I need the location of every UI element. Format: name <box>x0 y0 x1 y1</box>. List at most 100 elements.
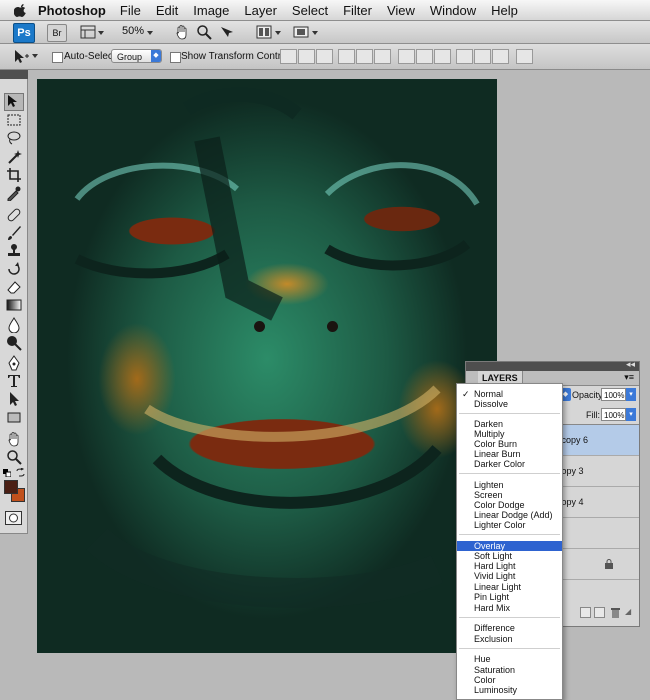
fill-field[interactable]: 100% <box>601 408 626 421</box>
align-bottom-button[interactable] <box>316 49 333 64</box>
default-colors-icon[interactable] <box>3 469 11 477</box>
distribute-vertical-center-button[interactable] <box>416 49 433 64</box>
chevron-down-icon[interactable]: ▾ <box>626 408 636 421</box>
blend-mode-item[interactable]: Exclusion <box>457 634 562 644</box>
rotate-view-icon[interactable] <box>218 24 234 40</box>
foreground-color-swatch[interactable] <box>4 480 18 494</box>
blend-mode-item[interactable]: Color Dodge <box>457 500 562 510</box>
menu-view[interactable]: View <box>387 3 415 18</box>
zoom-tool-icon[interactable] <box>6 449 22 465</box>
blend-mode-item[interactable]: Linear Dodge (Add) <box>457 510 562 520</box>
chevron-down-icon[interactable]: ▾ <box>626 388 636 401</box>
blend-mode-item[interactable]: Linear Light <box>457 582 562 592</box>
healing-brush-tool-icon[interactable] <box>6 207 22 223</box>
auto-align-layers-button[interactable] <box>516 49 533 64</box>
move-tool-icon[interactable] <box>4 93 24 111</box>
menu-file[interactable]: File <box>120 3 141 18</box>
blend-mode-item[interactable]: Linear Burn <box>457 449 562 459</box>
app-name[interactable]: Photoshop <box>38 3 106 18</box>
bridge-button[interactable]: Br <box>47 24 67 42</box>
distribute-horizontal-center-button[interactable] <box>474 49 491 64</box>
view-extras-icon[interactable] <box>80 24 96 40</box>
swap-colors-icon[interactable] <box>16 468 25 477</box>
arrange-documents-icon[interactable] <box>256 24 272 40</box>
menu-layer[interactable]: Layer <box>244 3 277 18</box>
menu-image[interactable]: Image <box>193 3 229 18</box>
opacity-field[interactable]: 100% <box>601 388 626 401</box>
chevron-down-icon[interactable] <box>311 24 319 40</box>
chevron-down-icon[interactable] <box>274 24 282 40</box>
apple-icon[interactable] <box>14 3 28 17</box>
layers-panel-grip[interactable]: ◂◂ <box>466 359 639 371</box>
blend-mode-item[interactable]: Screen <box>457 490 562 500</box>
align-vertical-center-button[interactable] <box>298 49 315 64</box>
document-canvas[interactable] <box>37 79 497 653</box>
blend-mode-item[interactable]: Color Burn <box>457 439 562 449</box>
distribute-bottom-button[interactable] <box>434 49 451 64</box>
crop-tool-icon[interactable] <box>6 167 22 183</box>
blend-mode-item[interactable]: Saturation <box>457 665 562 675</box>
distribute-right-button[interactable] <box>492 49 509 64</box>
blend-mode-item[interactable]: Difference <box>457 623 562 633</box>
blend-mode-item-highlighted[interactable]: Overlay <box>457 541 562 551</box>
quick-mask-icon[interactable] <box>5 511 22 525</box>
collapse-icon[interactable]: ◂◂ <box>626 359 635 370</box>
auto-select-dropdown[interactable]: Group ◆ <box>111 49 162 63</box>
blend-mode-item[interactable]: Vivid Light <box>457 571 562 581</box>
blend-mode-item[interactable]: Multiply <box>457 429 562 439</box>
photoshop-logo[interactable]: Ps <box>13 23 35 43</box>
blend-mode-item[interactable]: Luminosity <box>457 685 562 695</box>
pen-tool-icon[interactable] <box>6 355 22 371</box>
blend-mode-item[interactable]: Color <box>457 675 562 685</box>
menu-filter[interactable]: Filter <box>343 3 372 18</box>
new-group-button[interactable] <box>580 607 591 618</box>
history-brush-tool-icon[interactable] <box>6 261 22 277</box>
dodge-tool-icon[interactable] <box>6 335 22 351</box>
blend-mode-item[interactable]: Normal <box>457 389 562 399</box>
blend-mode-item[interactable]: Lighten <box>457 480 562 490</box>
align-left-button[interactable] <box>338 49 355 64</box>
hand-icon[interactable] <box>174 24 190 40</box>
eraser-tool-icon[interactable] <box>6 279 22 295</box>
gradient-tool-icon[interactable] <box>6 297 22 313</box>
blend-mode-item[interactable]: Darken <box>457 419 562 429</box>
resize-grip-icon[interactable]: ◢ <box>625 607 631 616</box>
lasso-tool-icon[interactable] <box>6 130 22 146</box>
eyedropper-tool-icon[interactable] <box>6 185 22 201</box>
screen-mode-icon[interactable] <box>293 24 309 40</box>
zoom-level[interactable]: 50% <box>122 25 144 37</box>
menu-help[interactable]: Help <box>491 3 518 18</box>
blend-mode-item[interactable]: Lighter Color <box>457 520 562 530</box>
clone-stamp-tool-icon[interactable] <box>6 243 22 259</box>
path-selection-tool-icon[interactable] <box>6 391 22 407</box>
align-top-button[interactable] <box>280 49 297 64</box>
hand-tool-icon[interactable] <box>6 431 22 447</box>
marquee-tool-icon[interactable] <box>6 112 22 128</box>
blend-mode-item[interactable]: Hard Light <box>457 561 562 571</box>
distribute-top-button[interactable] <box>398 49 415 64</box>
shape-tool-icon[interactable] <box>6 409 22 425</box>
layer-row[interactable] <box>557 518 639 549</box>
blend-mode-item[interactable]: Soft Light <box>457 551 562 561</box>
zoom-icon[interactable] <box>196 24 212 40</box>
layer-row[interactable]: copy 3 <box>557 456 639 487</box>
chevron-down-icon[interactable] <box>146 24 154 40</box>
chevron-down-icon[interactable] <box>97 24 105 40</box>
blend-mode-item[interactable]: Hard Mix <box>457 603 562 613</box>
auto-select-checkbox[interactable] <box>52 52 63 63</box>
brush-tool-icon[interactable] <box>6 225 22 241</box>
type-tool-icon[interactable] <box>6 373 22 389</box>
magic-wand-tool-icon[interactable] <box>6 149 22 165</box>
chevron-down-icon[interactable] <box>31 50 39 62</box>
menu-edit[interactable]: Edit <box>156 3 178 18</box>
move-tool-preset-icon[interactable] <box>12 48 30 65</box>
blur-tool-icon[interactable] <box>6 317 22 333</box>
align-horizontal-center-button[interactable] <box>356 49 373 64</box>
blend-mode-item[interactable]: Dissolve <box>457 399 562 409</box>
layer-row[interactable] <box>557 549 639 580</box>
panel-menu-icon[interactable]: ▾≡ <box>624 372 634 383</box>
tools-panel-grip[interactable] <box>0 70 28 79</box>
blend-mode-item[interactable]: Darker Color <box>457 459 562 469</box>
menu-window[interactable]: Window <box>430 3 476 18</box>
blend-mode-item[interactable]: Pin Light <box>457 592 562 602</box>
